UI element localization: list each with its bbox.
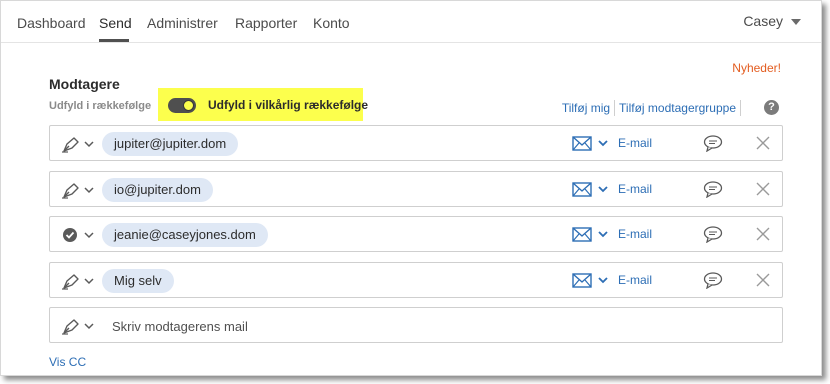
- nav-dashboard[interactable]: Dashboard: [17, 15, 86, 31]
- chevron-down-icon: [84, 187, 94, 194]
- chevron-down-icon[interactable]: [598, 230, 608, 238]
- message-icon[interactable]: [703, 272, 723, 289]
- add-recipient-group-link[interactable]: Tilføj modtagergruppe: [619, 101, 736, 115]
- active-tab-indicator: [99, 39, 129, 42]
- delivery-method[interactable]: E-mail: [618, 182, 652, 196]
- recipient-row: jeanie@caseyjones.dom E-mail: [49, 216, 783, 252]
- envelope-icon[interactable]: [572, 182, 592, 197]
- recipient-row: jupiter@jupiter.dom E-mail: [49, 125, 783, 161]
- any-order-toggle-label: Udfyld i vilkårlig rækkefølge: [208, 98, 369, 112]
- recipient-email-chip[interactable]: io@jupiter.dom: [102, 178, 213, 202]
- message-icon[interactable]: [703, 135, 723, 152]
- close-icon[interactable]: [756, 182, 770, 196]
- chevron-down-icon: [84, 278, 94, 285]
- pen-icon: [62, 319, 79, 335]
- chevron-down-icon: [84, 323, 94, 330]
- role-dropdown[interactable]: [61, 271, 95, 291]
- link-divider: [740, 100, 741, 116]
- pen-icon: [62, 274, 79, 290]
- close-icon[interactable]: [756, 227, 770, 241]
- role-dropdown[interactable]: [61, 180, 95, 200]
- recipient-row: io@jupiter.dom E-mail: [49, 171, 783, 207]
- chevron-down-icon[interactable]: [598, 276, 608, 284]
- show-cc-link[interactable]: Vis CC: [49, 355, 86, 369]
- help-icon[interactable]: ?: [764, 100, 779, 115]
- role-dropdown[interactable]: [61, 134, 95, 154]
- close-icon[interactable]: [756, 136, 770, 150]
- app-window: Dashboard Send Administrer Rapporter Kon…: [0, 0, 822, 376]
- role-dropdown[interactable]: [61, 225, 95, 245]
- nav-send[interactable]: Send: [99, 15, 132, 31]
- nav-administrer[interactable]: Administrer: [147, 15, 218, 31]
- recipient-email-chip[interactable]: Mig selv: [102, 269, 174, 293]
- link-divider: [614, 100, 616, 116]
- recipient-links: Tilføj mig Tilføj modtagergruppe: [562, 100, 745, 116]
- envelope-icon[interactable]: [572, 273, 592, 288]
- delivery-method[interactable]: E-mail: [618, 136, 652, 150]
- user-menu[interactable]: Casey: [743, 13, 801, 29]
- new-recipient-row: Skriv modtagerens mail: [49, 307, 783, 343]
- envelope-icon[interactable]: [572, 136, 592, 151]
- recipient-row: Mig selv E-mail: [49, 262, 783, 298]
- nav-konto[interactable]: Konto: [313, 15, 350, 31]
- envelope-icon[interactable]: [572, 227, 592, 242]
- delivery-method[interactable]: E-mail: [618, 227, 652, 241]
- toggle-knob: [183, 100, 194, 111]
- recipient-email-chip[interactable]: jeanie@caseyjones.dom: [102, 223, 268, 247]
- user-name: Casey: [743, 13, 783, 29]
- nav-rapporter[interactable]: Rapporter: [235, 15, 297, 31]
- message-icon[interactable]: [703, 181, 723, 198]
- recipient-email-chip[interactable]: jupiter@jupiter.dom: [102, 132, 239, 156]
- chevron-down-icon: [791, 19, 801, 25]
- recipient-email-input[interactable]: Skriv modtagerens mail: [112, 319, 248, 334]
- top-navigation: Dashboard Send Administrer Rapporter Kon…: [1, 1, 821, 43]
- close-icon[interactable]: [756, 273, 770, 287]
- pen-icon: [62, 137, 79, 153]
- chevron-down-icon: [84, 141, 94, 148]
- chevron-down-icon[interactable]: [598, 185, 608, 193]
- chevron-down-icon: [84, 232, 94, 239]
- add-me-link[interactable]: Tilføj mig: [562, 101, 610, 115]
- pen-icon: [62, 183, 79, 199]
- chevron-down-icon[interactable]: [598, 139, 608, 147]
- role-dropdown[interactable]: [61, 316, 95, 336]
- any-order-toggle[interactable]: [168, 98, 196, 113]
- fill-in-order-label: Udfyld i rækkefølge: [49, 100, 152, 112]
- message-icon[interactable]: [703, 226, 723, 243]
- check-circle-icon: [63, 228, 77, 242]
- delivery-method[interactable]: E-mail: [618, 273, 652, 287]
- recipients-title: Modtagere: [49, 76, 120, 92]
- news-link[interactable]: Nyheder!: [732, 61, 781, 75]
